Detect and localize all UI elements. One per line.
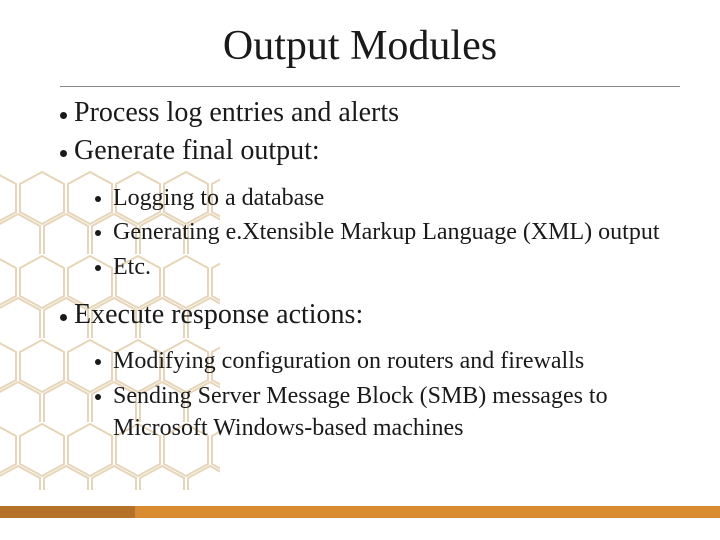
title-underline [60, 86, 680, 87]
bullet-text: Generate final output: [74, 135, 320, 166]
slide-title: Output Modules [0, 22, 720, 70]
footer-accent-right [135, 506, 720, 518]
sub-bullet-text: Sending Server Message Block (SMB) messa… [113, 383, 608, 441]
sub-bullet-text: Modifying configuration on routers and f… [113, 348, 584, 374]
footer-accent-left [0, 506, 135, 518]
bullet-text: Process log entries and alerts [74, 97, 399, 128]
sub-bullet-text: Logging to a database [113, 185, 324, 211]
sub-bullet-text: Etc. [113, 254, 151, 280]
footer-stripe [0, 506, 720, 518]
slide-content: Process log entries and alerts Generate … [60, 95, 700, 445]
bullet-text: Execute response actions: [74, 299, 363, 330]
sub-bullet-text: Generating e.Xtensible Markup Language (… [113, 219, 660, 245]
